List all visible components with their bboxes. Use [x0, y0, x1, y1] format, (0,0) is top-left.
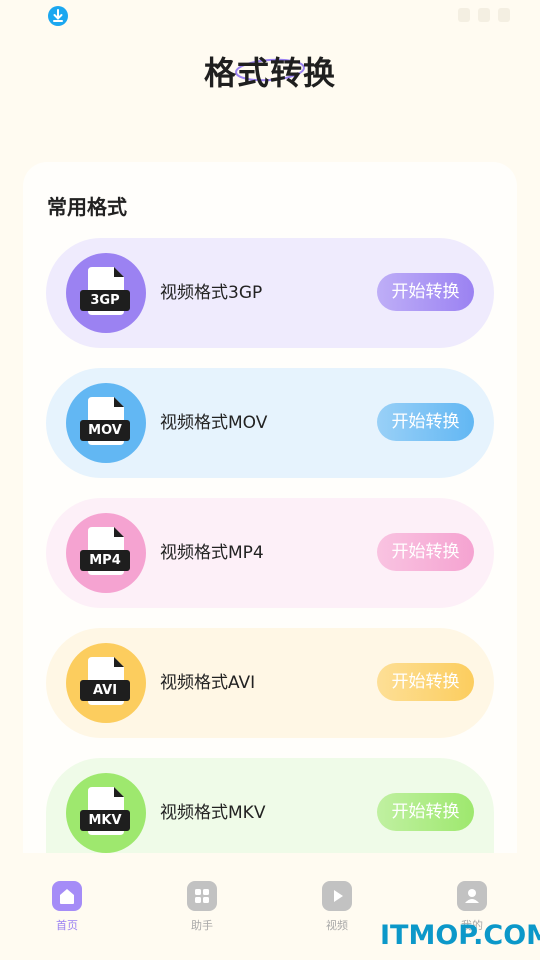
format-label: 视频格式MKV [160, 803, 266, 823]
format-item-avi[interactable]: AVI 视频格式AVI 开始转换 [46, 628, 494, 738]
status-bar [0, 0, 540, 32]
user-icon [457, 881, 487, 911]
format-item-3gp[interactable]: 3GP 视频格式3GP 开始转换 [46, 238, 494, 348]
format-tag: MOV [80, 420, 130, 441]
convert-button[interactable]: 开始转换 [377, 793, 474, 831]
nav-label: 视频 [326, 919, 348, 932]
convert-button[interactable]: 开始转换 [377, 663, 474, 701]
play-icon [322, 881, 352, 911]
section-title: 常用格式 [47, 195, 127, 219]
home-icon [52, 881, 82, 911]
convert-button[interactable]: 开始转换 [377, 273, 474, 311]
format-icon: AVI [66, 643, 146, 723]
format-label: 视频格式3GP [160, 283, 263, 303]
format-icon: 3GP [66, 253, 146, 333]
format-tag: MKV [80, 810, 130, 831]
status-icons [458, 8, 510, 22]
nav-label: 助手 [191, 919, 213, 932]
nav-item-assistant[interactable]: 助手 [162, 881, 242, 933]
convert-button[interactable]: 开始转换 [377, 533, 474, 571]
convert-button[interactable]: 开始转换 [377, 403, 474, 441]
grid-icon [187, 881, 217, 911]
nav-item-video[interactable]: 视频 [297, 881, 377, 933]
format-icon: MKV [66, 773, 146, 853]
page-title: 格式转换 [203, 54, 336, 92]
format-icon: MOV [66, 383, 146, 463]
format-label: 视频格式MOV [160, 413, 268, 433]
nav-label: 首页 [56, 919, 78, 932]
wifi-icon [458, 8, 470, 22]
watermark: ITMOP.COM [380, 920, 540, 951]
signal-icon [478, 8, 490, 22]
format-icon: MP4 [66, 513, 146, 593]
format-label: 视频格式AVI [160, 673, 256, 693]
battery-icon [498, 8, 510, 22]
format-tag: MP4 [80, 550, 130, 571]
format-label: 视频格式MP4 [160, 543, 264, 563]
format-item-mp4[interactable]: MP4 视频格式MP4 开始转换 [46, 498, 494, 608]
format-tag: AVI [80, 680, 130, 701]
format-tag: 3GP [80, 290, 130, 311]
format-item-mov[interactable]: MOV 视频格式MOV 开始转换 [46, 368, 494, 478]
format-item-mkv[interactable]: MKV 视频格式MKV 开始转换 [46, 758, 494, 853]
nav-item-home[interactable]: 首页 [27, 881, 107, 933]
download-icon [48, 6, 68, 26]
